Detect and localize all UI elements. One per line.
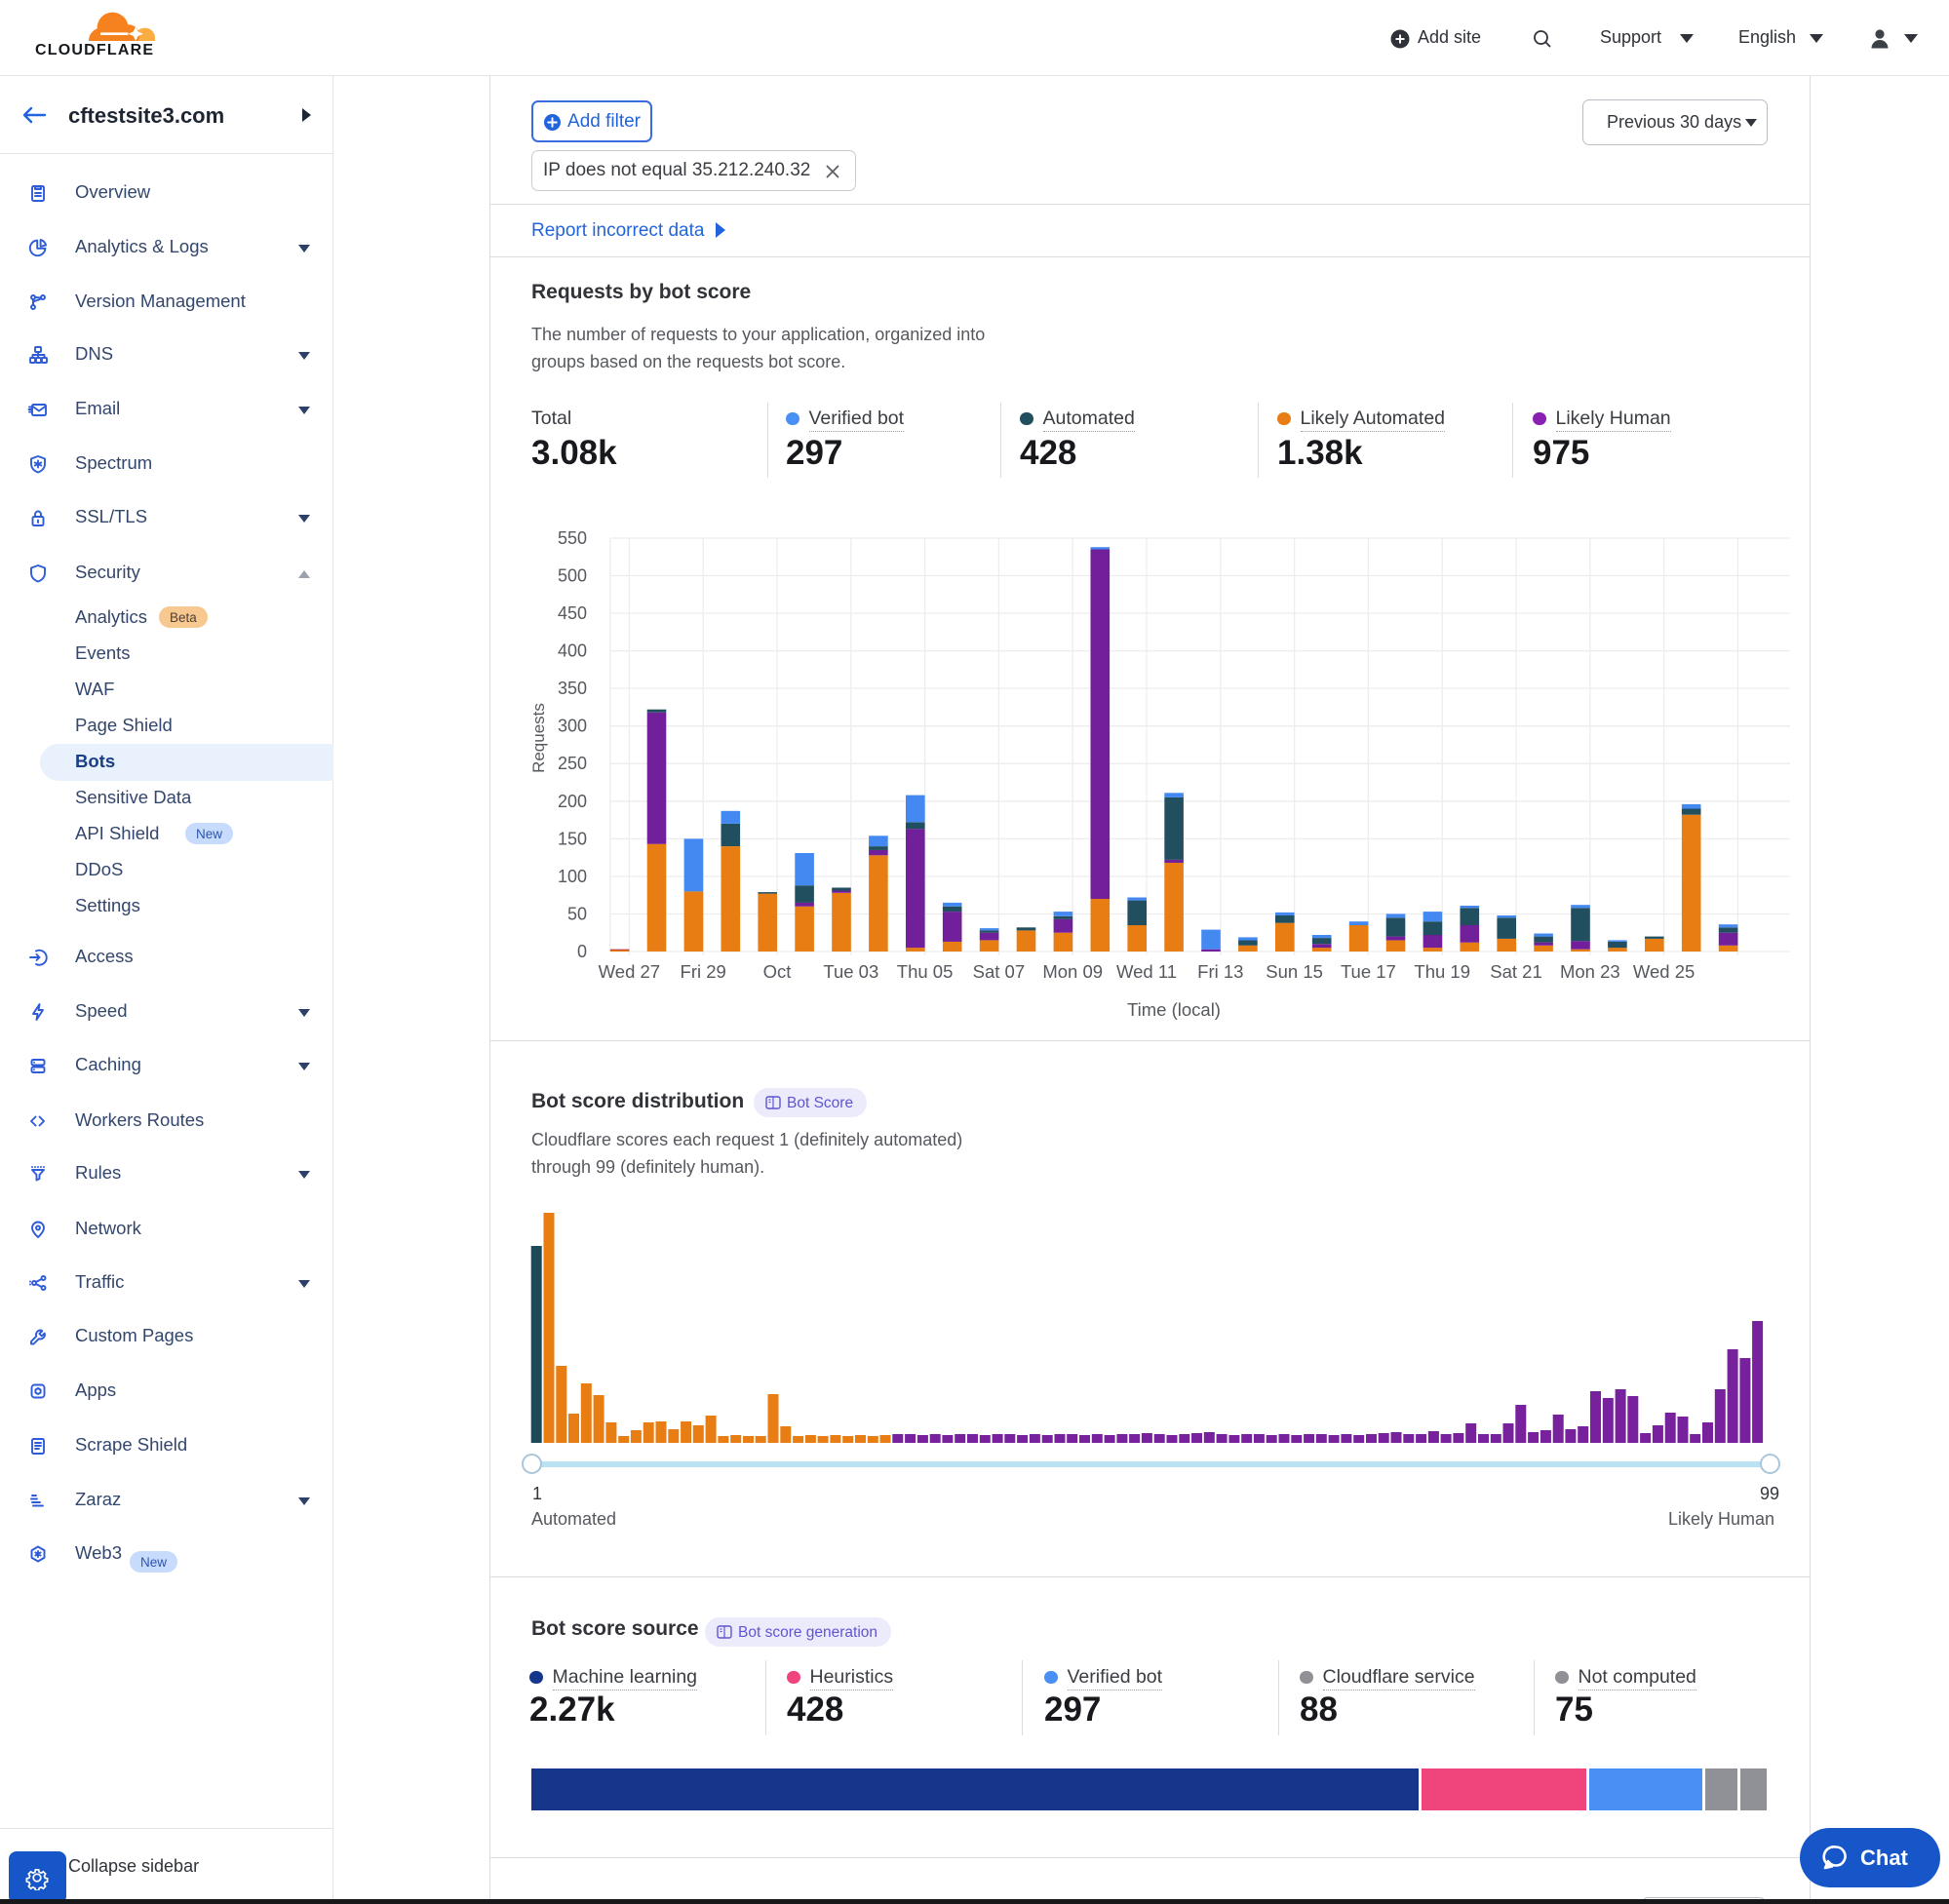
svg-text:Wed 11: Wed 11 <box>1116 961 1177 982</box>
svg-text:Wed 25: Wed 25 <box>1633 961 1695 982</box>
svg-text:200: 200 <box>558 792 587 811</box>
svg-text:Tue 03: Tue 03 <box>823 961 878 982</box>
svg-text:300: 300 <box>558 717 587 736</box>
svg-text:Requests: Requests <box>529 703 548 773</box>
svg-text:Fri 13: Fri 13 <box>1197 961 1243 982</box>
svg-text:0: 0 <box>577 942 587 961</box>
svg-text:Thu 19: Thu 19 <box>1414 961 1470 982</box>
svg-text:Oct: Oct <box>763 961 792 982</box>
svg-text:Thu 05: Thu 05 <box>897 961 954 982</box>
svg-text:Wed 27: Wed 27 <box>599 961 660 982</box>
svg-text:250: 250 <box>558 754 587 773</box>
svg-text:150: 150 <box>558 829 587 848</box>
svg-text:Sat 07: Sat 07 <box>973 961 1026 982</box>
svg-text:Tue 17: Tue 17 <box>1341 961 1396 982</box>
svg-text:Mon 23: Mon 23 <box>1560 961 1620 982</box>
svg-text:Fri 29: Fri 29 <box>681 961 726 982</box>
svg-text:350: 350 <box>558 679 587 698</box>
svg-text:50: 50 <box>567 905 587 924</box>
svg-text:Sat 21: Sat 21 <box>1490 961 1542 982</box>
svg-text:Sun 15: Sun 15 <box>1266 961 1323 982</box>
svg-text:500: 500 <box>558 566 587 586</box>
svg-text:550: 550 <box>558 528 587 548</box>
svg-text:400: 400 <box>558 641 587 661</box>
svg-text:450: 450 <box>558 603 587 623</box>
svg-text:Mon 09: Mon 09 <box>1042 961 1103 982</box>
svg-text:Time (local): Time (local) <box>1127 999 1221 1020</box>
svg-text:100: 100 <box>558 867 587 886</box>
